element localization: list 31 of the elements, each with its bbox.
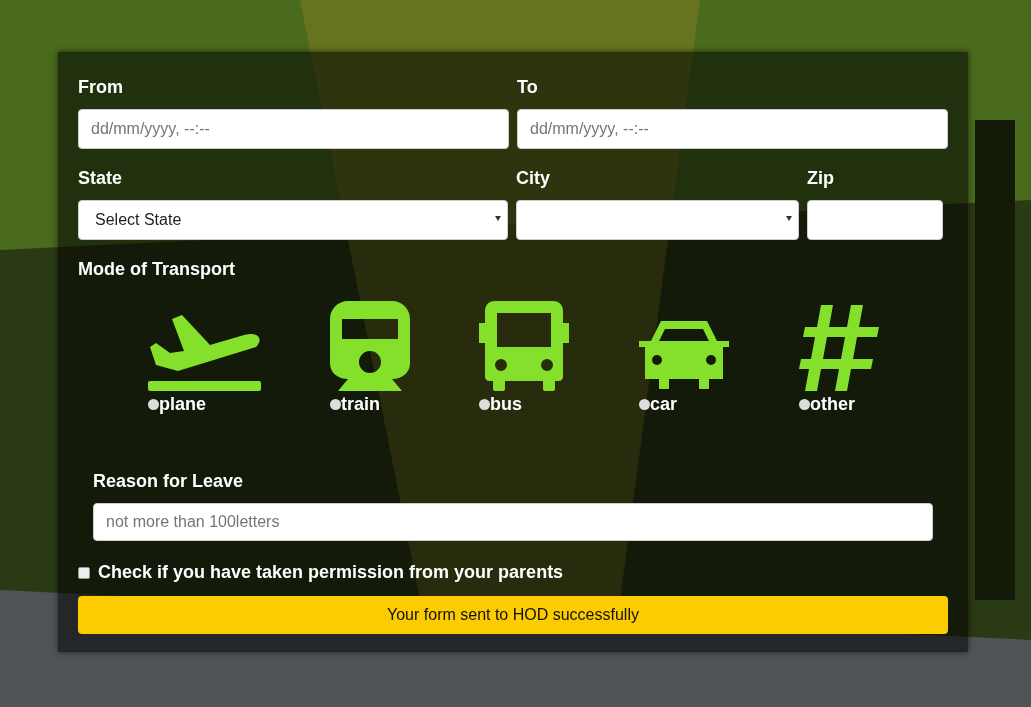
radio-button[interactable]: [799, 399, 810, 410]
bus-icon: [479, 301, 569, 391]
zip-field[interactable]: [807, 200, 943, 240]
field-label: From: [78, 76, 124, 99]
field-label: Zip: [807, 167, 835, 190]
field-label: Reason for Leave: [93, 470, 245, 493]
train-icon: [330, 301, 410, 391]
field-label: State: [78, 167, 123, 190]
checkbox-label: Check if you have taken permission from your parents: [98, 561, 564, 584]
hash-icon: [799, 305, 879, 391]
field-label: City: [516, 167, 551, 190]
radio-button[interactable]: [479, 399, 490, 410]
radio-option[interactable]: other: [799, 391, 959, 418]
date-field[interactable]: dd/mm/yyyy, --:--: [78, 109, 509, 149]
radio-option[interactable]: plane: [148, 391, 330, 418]
success-message: Your form sent to HOD successfully: [78, 596, 948, 634]
select-field[interactable]: [516, 200, 799, 240]
radio-option[interactable]: bus: [479, 391, 639, 418]
radio-button[interactable]: [639, 399, 650, 410]
field-label: To: [517, 76, 539, 99]
car-icon: [639, 321, 729, 391]
radio-option[interactable]: car: [639, 391, 799, 418]
section-label: Mode of Transport: [78, 258, 235, 281]
select-field[interactable]: Select State: [78, 200, 508, 240]
caret-icon: [786, 216, 792, 221]
radio-button[interactable]: [148, 399, 159, 410]
radio-option[interactable]: train: [330, 391, 479, 418]
reason-field[interactable]: not more than 100letters: [93, 503, 933, 541]
radio-button[interactable]: [330, 399, 341, 410]
date-field[interactable]: dd/mm/yyyy, --:--: [517, 109, 948, 149]
caret-icon: [495, 216, 501, 221]
